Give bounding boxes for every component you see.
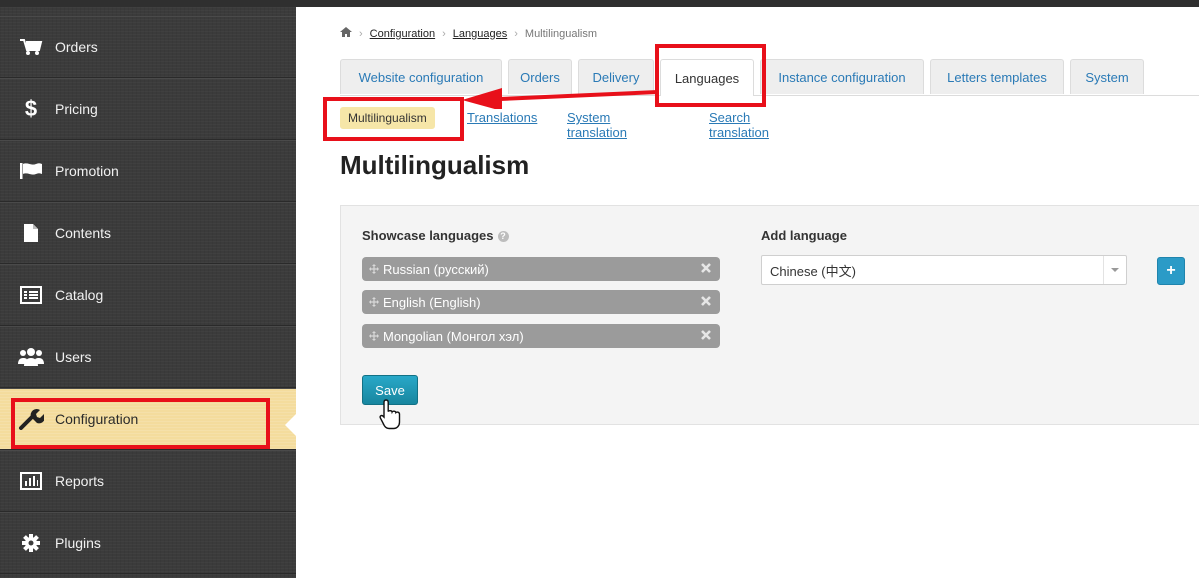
flag-icon bbox=[17, 160, 45, 182]
chart-icon bbox=[17, 470, 45, 492]
language-tag-label: English (English) bbox=[383, 294, 481, 310]
breadcrumb: › Configuration › Languages › Multilingu… bbox=[340, 27, 597, 40]
sidebar-item-users[interactable]: Users bbox=[0, 326, 296, 388]
sidebar-item-promotion[interactable]: Promotion bbox=[0, 140, 296, 202]
breadcrumb-configuration[interactable]: Configuration bbox=[370, 28, 435, 40]
language-select-value: Chinese (中文) bbox=[770, 263, 856, 279]
tab-system[interactable]: System bbox=[1070, 59, 1144, 94]
subnav-search-translation[interactable]: Search translation bbox=[709, 110, 769, 140]
subnav-system-translation[interactable]: System translation bbox=[567, 110, 627, 140]
remove-icon[interactable] bbox=[700, 262, 712, 274]
breadcrumb-current: Multilingualism bbox=[524, 27, 598, 40]
sidebar-item-plugins[interactable]: Plugins bbox=[0, 512, 296, 574]
highlight-configuration bbox=[11, 398, 270, 449]
add-language-button[interactable]: + bbox=[1157, 257, 1185, 285]
remove-icon[interactable] bbox=[700, 295, 712, 307]
drag-handle-icon[interactable] bbox=[369, 264, 379, 274]
help-icon[interactable]: ? bbox=[497, 231, 509, 242]
breadcrumb-separator: › bbox=[514, 27, 518, 40]
language-tag-label: Russian (русский) bbox=[383, 261, 489, 277]
drag-handle-icon[interactable] bbox=[369, 297, 379, 307]
sidebar-item-label: Users bbox=[55, 349, 92, 365]
sidebar-item-label: Promotion bbox=[55, 163, 119, 179]
sidebar: Orders $ Pricing Promotion Contents Cata… bbox=[0, 7, 296, 578]
home-icon[interactable] bbox=[340, 27, 352, 40]
top-strip bbox=[0, 0, 1199, 7]
document-icon bbox=[17, 222, 45, 244]
highlight-multilingualism bbox=[323, 97, 464, 141]
sidebar-item-label: Catalog bbox=[55, 287, 104, 303]
gear-icon bbox=[17, 532, 45, 554]
annotation-arrow bbox=[462, 88, 658, 109]
sidebar-item-label: Contents bbox=[55, 225, 112, 241]
chevron-down-icon[interactable] bbox=[1103, 256, 1126, 284]
list-icon bbox=[17, 284, 45, 306]
drag-handle-icon[interactable] bbox=[369, 331, 379, 341]
cart-icon bbox=[17, 36, 45, 58]
sidebar-item-pricing[interactable]: $ Pricing bbox=[0, 78, 296, 140]
active-pointer bbox=[285, 414, 296, 436]
tab-instance-configuration[interactable]: Instance configuration bbox=[760, 59, 924, 94]
add-language-label: Add language bbox=[761, 228, 847, 243]
users-icon bbox=[17, 346, 45, 368]
showcase-languages-label: Showcase languages? bbox=[362, 228, 509, 243]
breadcrumb-languages[interactable]: Languages bbox=[453, 28, 507, 40]
subnav-translations[interactable]: Translations bbox=[467, 110, 537, 125]
language-tag-russian[interactable]: Russian (русский) bbox=[362, 257, 720, 281]
tab-letters-templates[interactable]: Letters templates bbox=[930, 59, 1064, 94]
language-tag-label: Mongolian (Монгол хэл) bbox=[383, 328, 524, 344]
sidebar-item-reports[interactable]: Reports bbox=[0, 450, 296, 512]
page-title: Multilingualism bbox=[340, 150, 530, 180]
highlight-languages-tab bbox=[655, 44, 766, 107]
showcase-languages-text: Showcase languages bbox=[362, 228, 494, 243]
sidebar-item-orders[interactable]: Orders bbox=[0, 16, 296, 78]
breadcrumb-separator: › bbox=[442, 27, 446, 40]
sidebar-item-label: Reports bbox=[55, 473, 105, 489]
dollar-icon: $ bbox=[24, 96, 38, 121]
sidebar-item-label: Plugins bbox=[55, 535, 101, 551]
sidebar-item-contents[interactable]: Contents bbox=[0, 202, 296, 264]
language-tag-english[interactable]: English (English) bbox=[362, 290, 720, 314]
language-select[interactable]: Chinese (中文) bbox=[761, 255, 1127, 285]
breadcrumb-separator: › bbox=[359, 27, 363, 40]
sidebar-item-label: Pricing bbox=[55, 101, 98, 117]
language-tag-mongolian[interactable]: Mongolian (Монгол хэл) bbox=[362, 324, 720, 348]
remove-icon[interactable] bbox=[700, 329, 712, 341]
sidebar-item-label: Orders bbox=[55, 39, 98, 55]
sidebar-item-catalog[interactable]: Catalog bbox=[0, 264, 296, 326]
hand-cursor-icon bbox=[378, 398, 404, 435]
